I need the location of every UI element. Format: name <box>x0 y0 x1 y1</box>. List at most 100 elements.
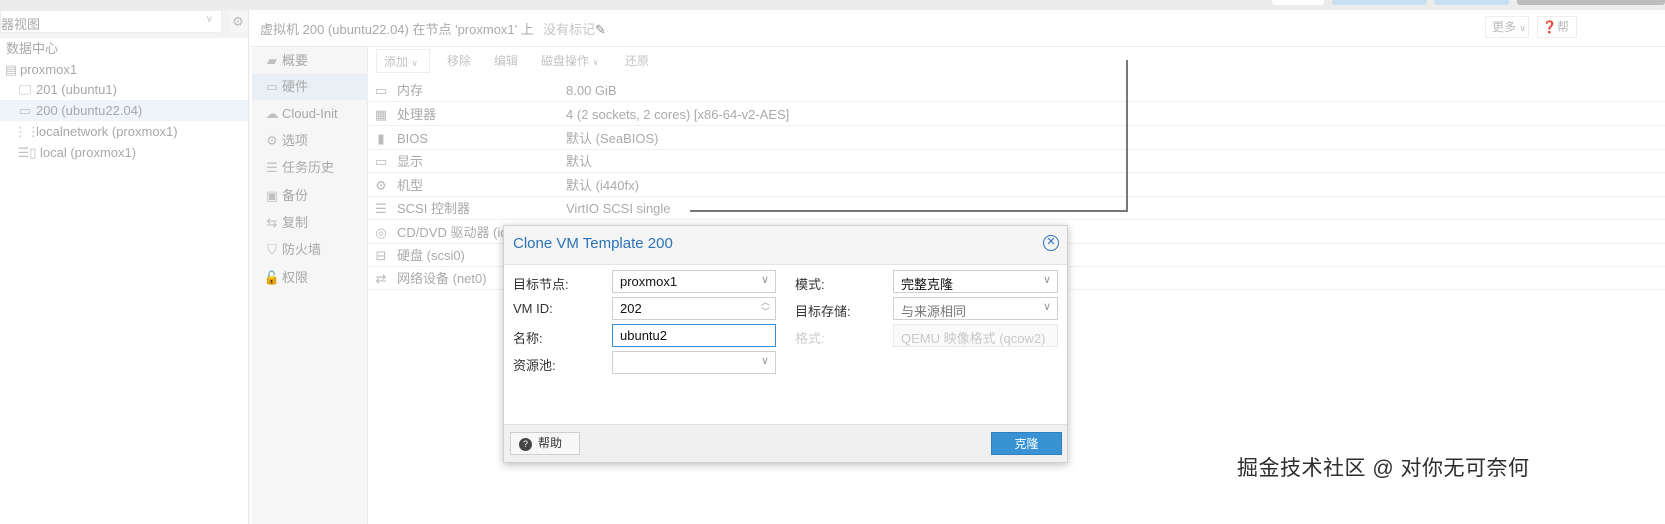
tree-item-datacenter[interactable]: 数据中心 <box>0 38 248 59</box>
bios-icon: ▮ <box>377 131 385 146</box>
add-button[interactable]: 添加 ∨ <box>376 49 430 73</box>
chevron-down-icon: ∨ <box>411 58 418 68</box>
tags-label[interactable]: 没有标记✎ <box>543 19 606 38</box>
hardware-key: 机型 <box>397 178 424 193</box>
chevron-down-icon: ∨ <box>1519 23 1526 33</box>
pool-select[interactable]: ∨ <box>612 351 776 374</box>
pencil-icon: ✎ <box>595 22 606 37</box>
close-icon[interactable]: ✕ <box>1043 235 1059 251</box>
cloud-icon: ☁ <box>265 106 279 121</box>
nav-label: 备份 <box>282 188 309 203</box>
resource-tree: 数据中心 ▤ proxmox1 🖵 201 (ubuntu1) ▭ 200 (ubun… <box>0 38 248 524</box>
tree-item-localnetwork[interactable]: ⋮⋮localnetwork (proxmox1) <box>0 121 248 142</box>
hardware-key: 网络设备 (net0) <box>397 271 487 286</box>
cpu-icon: ▦ <box>374 107 388 122</box>
tree-item-node[interactable]: ▤ proxmox1 <box>0 59 248 80</box>
clone-button[interactable]: 克隆 <box>991 432 1062 455</box>
top-search-button[interactable] <box>1272 0 1324 5</box>
network-grid-icon: ⋮⋮ <box>14 124 40 139</box>
more-label: 更多 <box>1492 20 1517 34</box>
tree-item-label: localnetwork (proxmox1) <box>36 124 178 139</box>
monitor-icon: ▭ <box>265 79 279 94</box>
more-button[interactable]: 更多 ∨ <box>1485 16 1529 38</box>
hardware-key: 显示 <box>397 154 424 169</box>
tree-item-label: 200 (ubuntu22.04) <box>36 103 143 118</box>
chevron-down-icon: ∨ <box>760 274 769 286</box>
add-label: 添加 <box>384 55 409 69</box>
dialog-title: Clone VM Template 200 <box>513 235 673 252</box>
help-button[interactable]: ❓帮 <box>1537 16 1577 38</box>
create-ct-button[interactable] <box>1434 0 1509 5</box>
chevron-down-icon: ∨ <box>205 14 213 25</box>
help-label: 帮 <box>1556 20 1569 34</box>
vmid-field[interactable]: 202 ︿ ﹀ <box>612 297 776 320</box>
nav-label: 权限 <box>282 270 309 285</box>
hardware-row[interactable]: ▮ BIOS 默认 (SeaBIOS) <box>369 127 1665 150</box>
unlock-icon: 🔓 <box>263 270 281 285</box>
nav-options[interactable]: ⚙ 选项 <box>252 128 368 154</box>
target-node-select[interactable]: proxmox1 ∨ <box>612 270 776 293</box>
gear-icon: ⚙ <box>266 133 278 148</box>
create-vm-button[interactable] <box>1332 0 1427 5</box>
name-input[interactable]: ubuntu2 <box>612 324 776 347</box>
question-icon: ? <box>519 438 532 451</box>
help-button[interactable]: ? 帮助 <box>510 432 580 455</box>
tree-item-label: local (proxmox1) <box>40 145 137 160</box>
hardware-row[interactable]: ▭ 内存 8.00 GiB <box>369 79 1665 102</box>
storage-select[interactable]: 与来源相同 ∨ <box>893 297 1058 320</box>
tree-item-vm-200[interactable]: ▭ 200 (ubuntu22.04) <box>0 100 248 121</box>
hardware-row[interactable]: ⚙ 机型 默认 (i440fx) <box>369 174 1665 197</box>
view-select[interactable]: 器视图 ∨ <box>0 10 222 33</box>
nav-summary[interactable]: ▰ 概要 <box>252 48 368 74</box>
nav-permissions[interactable]: 🔓 权限 <box>252 265 368 291</box>
floppy-icon: ▣ <box>265 188 279 203</box>
book-icon: ▰ <box>267 53 277 68</box>
tree-item-label: 201 (ubuntu1) <box>36 82 117 97</box>
name-label: 名称: <box>513 331 543 346</box>
nav-hardware[interactable]: ▭ 硬件 <box>252 74 368 100</box>
hardware-value: 默认 (i440fx) <box>566 178 639 193</box>
pool-label: 资源池: <box>513 358 556 373</box>
chevron-down-icon: ∨ <box>1042 301 1051 313</box>
vm-nav: ▰ 概要 ▭ 硬件 ☁ Cloud-Init ⚙ 选项 ☰ 任务历史 ▣ 备份 ⇆ 复制 ⛉ 防… <box>252 47 368 524</box>
hardware-row[interactable]: ▭ 显示 默认 <box>369 150 1665 173</box>
page-title: 虚拟机 200 (ubuntu22.04) 在节点 'proxmox1' 上 <box>260 22 534 37</box>
disk-action-button[interactable]: 磁盘操作 ∨ <box>541 49 599 73</box>
nav-label: 概要 <box>282 53 309 68</box>
remove-button[interactable]: 移除 <box>447 49 471 73</box>
hardware-key: SCSI 控制器 <box>397 201 470 216</box>
vmid-value: 202 <box>620 301 642 316</box>
storage-icon: ☰▯ <box>17 145 37 160</box>
nav-replication[interactable]: ⇆ 复制 <box>252 210 368 236</box>
spinner-icon[interactable]: ︿ ﹀ <box>761 297 770 317</box>
hardware-value: 8.00 GiB <box>566 83 617 98</box>
memory-icon: ▭ <box>374 83 388 98</box>
hardware-value: 4 (2 sockets, 2 cores) [x86-64-v2-AES] <box>566 107 790 122</box>
tree-item-vm-201[interactable]: 🖵 201 (ubuntu1) <box>0 79 248 100</box>
tree-item-local-storage[interactable]: ☰▯ local (proxmox1) <box>0 142 248 163</box>
storage-value: 与来源相同 <box>901 304 967 319</box>
hdd-icon: ⊟ <box>375 248 387 263</box>
nav-label: 任务历史 <box>282 160 335 175</box>
edit-button[interactable]: 编辑 <box>494 49 518 73</box>
shield-icon: ⛉ <box>267 242 277 257</box>
mode-select[interactable]: 完整克隆 ∨ <box>893 270 1058 293</box>
hardware-value: 默认 (SeaBIOS) <box>566 131 659 146</box>
nav-firewall[interactable]: ⛉ 防火墙 <box>252 237 368 263</box>
revert-button[interactable]: 还原 <box>625 49 649 73</box>
user-menu-button[interactable] <box>1517 0 1665 5</box>
list-icon: ☰ <box>266 160 278 175</box>
hardware-row[interactable]: ☰ SCSI 控制器 VirtIO SCSI single <box>369 197 1665 220</box>
nav-backup[interactable]: ▣ 备份 <box>252 183 368 209</box>
nav-label: Cloud-Init <box>282 106 338 121</box>
gear-icon[interactable]: ⚙ <box>229 12 247 32</box>
nav-cloud-init[interactable]: ☁ Cloud-Init <box>252 101 368 127</box>
nav-task-history[interactable]: ☰ 任务历史 <box>252 155 368 181</box>
nav-label: 复制 <box>282 215 309 230</box>
nav-label: 选项 <box>282 133 309 148</box>
vmid-label: VM ID: <box>513 301 553 316</box>
hardware-row[interactable]: ▦ 处理器 4 (2 sockets, 2 cores) [x86-64-v2-AE… <box>369 103 1665 126</box>
view-select-value: 器视图 <box>1 17 41 32</box>
hardware-key: 硬盘 (scsi0) <box>397 248 465 263</box>
target-node-value: proxmox1 <box>620 274 678 289</box>
